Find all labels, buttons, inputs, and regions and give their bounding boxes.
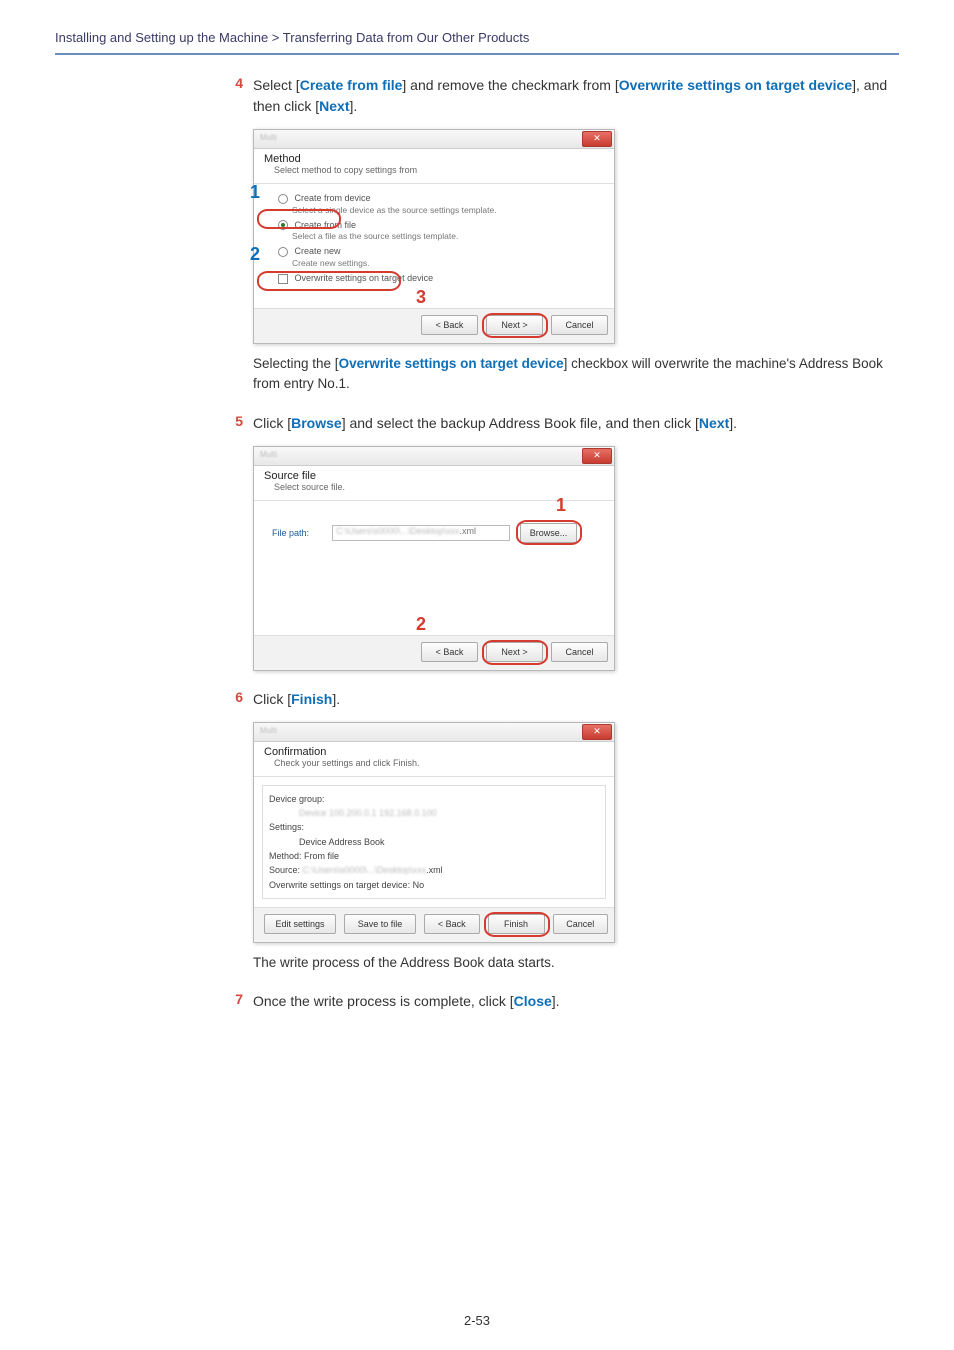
back-button[interactable]: < Back: [424, 914, 480, 934]
method-dialog: Multi ✕ Method Select method to copy set…: [253, 129, 615, 344]
header-rule: [55, 53, 899, 55]
browse-link: Browse: [291, 415, 342, 431]
cancel-button[interactable]: Cancel: [551, 642, 608, 662]
step-4-text: Select [Create from file] and remove the…: [253, 75, 905, 117]
create-from-device-radio[interactable]: [278, 194, 288, 204]
overwrite-checkbox[interactable]: [278, 274, 288, 284]
page-number: 2-53: [0, 1313, 954, 1328]
create-from-file-link: Create from file: [300, 77, 403, 93]
close-icon[interactable]: ✕: [582, 131, 612, 147]
step-5-number: 5: [225, 413, 243, 434]
method-title: Method: [264, 153, 604, 165]
dialog-titlebar: Multi ✕: [254, 447, 614, 466]
source-file-dialog: Multi ✕ Source file Select source file. …: [253, 446, 615, 671]
create-new-sub: Create new settings.: [292, 258, 602, 268]
browse-button[interactable]: Browse...: [520, 523, 577, 543]
next-button[interactable]: Next >: [486, 642, 543, 662]
step-4-number: 4: [225, 75, 243, 117]
dialog-titlebar: Multi ✕: [254, 130, 614, 149]
close-link: Close: [514, 993, 552, 1009]
source-file-subtitle: Select source file.: [264, 482, 604, 492]
back-button[interactable]: < Back: [421, 642, 478, 662]
cancel-button[interactable]: Cancel: [553, 914, 609, 934]
create-new-radio[interactable]: [278, 247, 288, 257]
finish-button[interactable]: Finish: [488, 914, 545, 934]
confirmation-title: Confirmation: [264, 746, 604, 758]
create-from-file-label: Create from file: [295, 220, 357, 230]
step-6-number: 6: [225, 689, 243, 710]
create-new-label: Create new: [295, 246, 341, 256]
annotation-1: 1: [556, 495, 566, 516]
step-4-note: Selecting the [Overwrite settings on tar…: [253, 354, 905, 395]
back-button[interactable]: < Back: [421, 315, 478, 335]
edit-settings-button[interactable]: Edit settings: [264, 914, 336, 934]
file-path-input[interactable]: C:\Users\s0000\...\Desktop\xxx.xml: [332, 525, 510, 541]
dialog-titlebar: Multi ✕: [254, 723, 614, 742]
create-from-device-sub: Select a single device as the source set…: [292, 205, 602, 215]
next-button[interactable]: Next >: [486, 315, 543, 335]
save-to-file-button[interactable]: Save to file: [344, 914, 416, 934]
breadcrumb: Installing and Setting up the Machine > …: [55, 30, 899, 53]
annotation-2: 2: [416, 614, 426, 635]
confirmation-dialog: Multi ✕ Confirmation Check your settings…: [253, 722, 615, 944]
next-link: Next: [699, 415, 729, 431]
step-6-note: The write process of the Address Book da…: [253, 953, 905, 973]
overwrite-checkbox-label: Overwrite settings on target device: [295, 273, 434, 283]
cancel-button[interactable]: Cancel: [551, 315, 608, 335]
close-icon[interactable]: ✕: [582, 724, 612, 740]
annotation-1: 1: [250, 182, 260, 203]
annotation-3: 3: [416, 287, 426, 308]
finish-link: Finish: [291, 691, 332, 707]
source-file-title: Source file: [264, 470, 604, 482]
step-7-number: 7: [225, 991, 243, 1012]
confirmation-subtitle: Check your settings and click Finish.: [264, 758, 604, 768]
create-from-device-label: Create from device: [295, 193, 371, 203]
create-from-file-sub: Select a file as the source settings tem…: [292, 231, 602, 241]
step-5-text: Click [Browse] and select the backup Add…: [253, 413, 737, 434]
create-from-file-radio[interactable]: [278, 220, 288, 230]
confirmation-summary: Device group: Device 100.200.0.1 192.168…: [262, 785, 606, 900]
step-7-text: Once the write process is complete, clic…: [253, 991, 560, 1012]
overwrite-note-link: Overwrite settings on target device: [339, 356, 564, 371]
method-subtitle: Select method to copy settings from: [264, 165, 604, 175]
overwrite-settings-link: Overwrite settings on target device: [619, 77, 852, 93]
file-path-label: File path:: [272, 528, 322, 538]
close-icon[interactable]: ✕: [582, 448, 612, 464]
annotation-2: 2: [250, 244, 260, 265]
next-link: Next: [319, 98, 349, 114]
step-6-text: Click [Finish].: [253, 689, 340, 710]
